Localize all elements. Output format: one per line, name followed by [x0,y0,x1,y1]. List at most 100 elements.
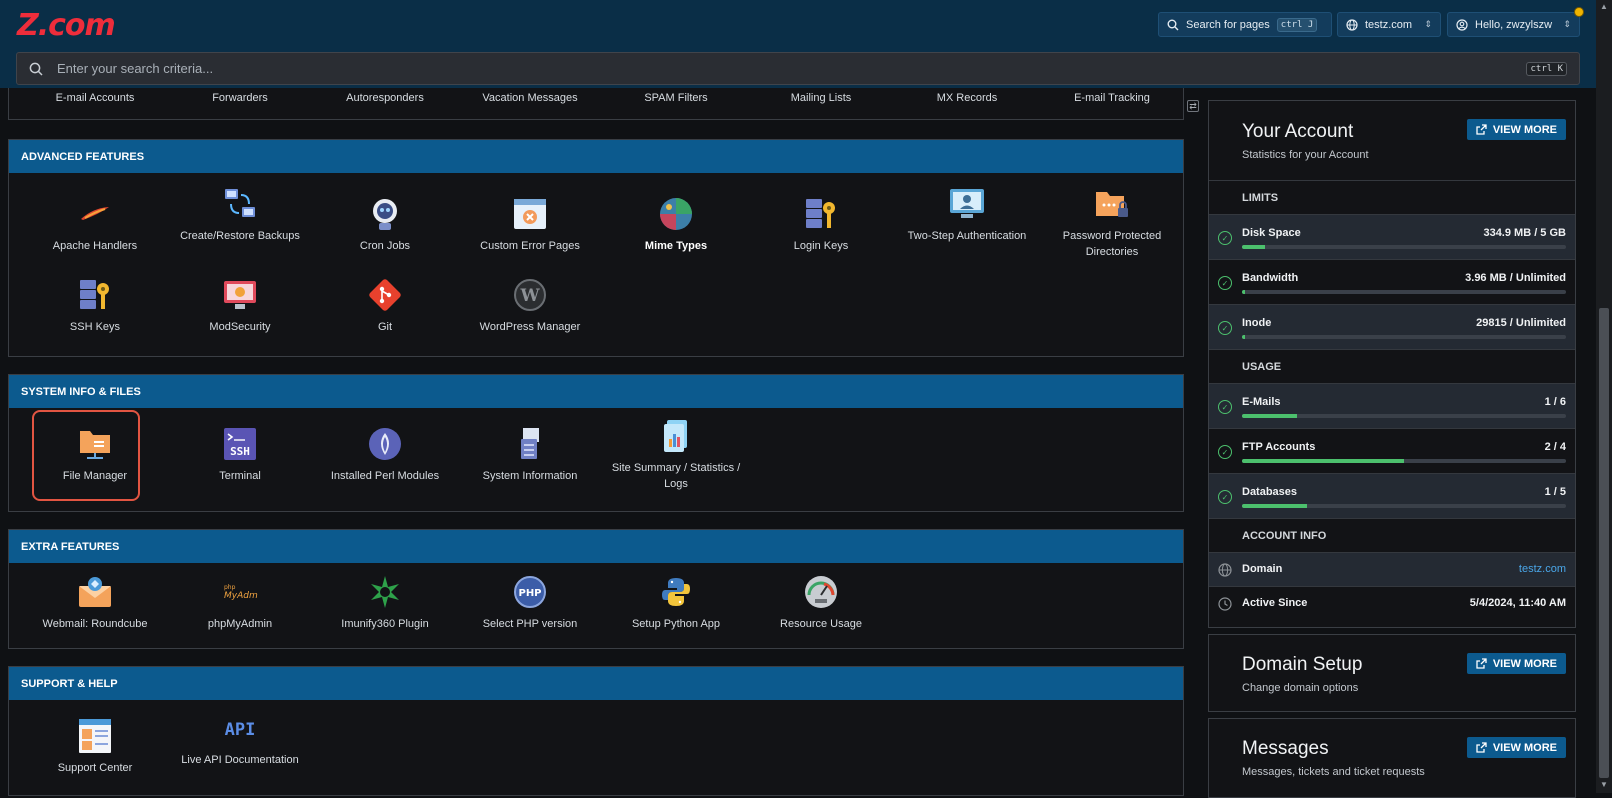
tile-email-tracking[interactable]: E-mail Tracking [1041,90,1183,106]
limit-name: Inode [1242,317,1272,329]
tile-live-api-documentation[interactable]: API Live API Documentation [169,710,311,768]
progress-bar [1242,414,1566,418]
tile-spam-filters[interactable]: SPAM Filters [605,90,747,106]
domain-select[interactable]: testz.com ⇕ [1337,12,1441,37]
active-since-label: Active Since [1242,597,1308,609]
server-key-icon [77,277,113,313]
messages-view-more-button[interactable]: VIEW MORE [1466,737,1566,758]
tile-label: Custom Error Pages [480,240,580,252]
tile-setup-python-app[interactable]: Setup Python App [605,574,747,632]
domain-setup-subtitle: Change domain options [1242,682,1359,694]
domain-setup-panel: Domain Setup Change domain options VIEW … [1208,634,1576,712]
user-menu[interactable]: Hello, zwzylszw ⇕ [1447,12,1580,37]
scroll-down-arrow-icon[interactable]: ▼ [1600,780,1608,789]
php-icon: PHP [512,574,548,610]
tile-password-protected-directories[interactable]: Password Protected Directories [1041,186,1183,260]
tile-installed-perl-modules[interactable]: Installed Perl Modules [314,426,456,484]
tile-login-keys[interactable]: Login Keys [750,196,892,254]
tile-apache-handlers[interactable]: Apache Handlers [24,196,166,254]
progress-bar [1242,504,1566,508]
tile-ssh-keys[interactable]: SSH Keys [24,277,166,335]
limit-value: 334.9 MB / 5 GB [1483,227,1566,239]
limit-row-bandwidth: ✓ Bandwidth 3.96 MB / Unlimited [1209,259,1575,304]
tile-terminal[interactable]: SSH Terminal [169,426,311,484]
tile-label: Password Protected Directories [1062,230,1162,258]
perl-onion-icon [367,426,403,462]
tile-label: Cron Jobs [359,240,411,252]
domain-link[interactable]: testz.com [1519,563,1566,575]
modsecurity-icon [222,277,258,313]
error-page-icon [512,196,548,232]
usage-header: USAGE [1209,349,1575,383]
tile-cron-jobs[interactable]: Cron Jobs [314,196,456,254]
section-title: SUPPORT & HELP [9,667,1183,700]
tile-resource-usage[interactable]: Resource Usage [750,574,892,632]
collapse-sidebar-icon[interactable]: ⇄ [1187,100,1199,112]
tile-imunify360[interactable]: Imunify360 Plugin [314,574,456,632]
account-view-more-button[interactable]: VIEW MORE [1466,119,1566,140]
search-input[interactable]: Enter your search criteria... [57,61,213,76]
logo[interactable]: Z.com [17,8,116,43]
tile-label: Vacation Messages [482,92,578,104]
support-help-section: SUPPORT & HELP Support Center API Live A… [8,666,1184,796]
svg-text:SSH: SSH [230,445,250,458]
search-pages-button[interactable]: Search for pages ctrl J [1158,12,1332,37]
usage-row-databases: ✓ Databases 1 / 5 [1209,473,1575,518]
notification-dot[interactable] [1574,7,1584,17]
tile-label: Imunify360 Plugin [341,618,429,630]
section-title: ADVANCED FEATURES [9,140,1183,173]
support-document-icon [77,718,113,754]
tile-create-restore-backups[interactable]: Create/Restore Backups [169,186,311,244]
tile-mime-types[interactable]: Mime Types [605,196,747,254]
view-more-label: VIEW MORE [1492,123,1557,136]
tile-mx-records[interactable]: MX Records [896,90,1038,106]
tile-wordpress-manager[interactable]: W WordPress Manager [459,277,601,335]
tile-vacation-messages[interactable]: Vacation Messages [459,90,601,106]
search-pages-shortcut: ctrl J [1276,17,1318,32]
tile-label: Apache Handlers [52,240,138,252]
tile-webmail-roundcube[interactable]: Webmail: Roundcube [24,574,166,632]
page-scrollbar[interactable]: ▲ ▼ [1596,0,1612,793]
server-info-icon [512,426,548,462]
progress-bar [1242,459,1566,463]
tile-label: Terminal [219,470,261,482]
progress-bar [1242,335,1566,339]
tile-label: Autoresponders [346,92,424,104]
domain-setup-view-more-button[interactable]: VIEW MORE [1466,653,1566,674]
search-bar[interactable]: Enter your search criteria... ctrl K [16,52,1580,85]
svg-text:MyAdmin: MyAdmin [224,591,258,601]
tile-select-php-version[interactable]: PHP Select PHP version [459,574,601,632]
scroll-thumb[interactable] [1599,308,1609,778]
messages-panel: Messages Messages, tickets and ticket re… [1208,718,1576,798]
tile-system-information[interactable]: System Information [459,426,601,484]
tile-label: Live API Documentation [181,754,299,766]
domain-setup-title: Domain Setup [1242,654,1363,675]
system-info-section: SYSTEM INFO & FILES File Manager SSH Ter… [8,374,1184,512]
limit-value: 29815 / Unlimited [1476,317,1566,329]
tile-support-center[interactable]: Support Center [24,718,166,776]
limit-name: Disk Space [1242,227,1301,239]
tile-git[interactable]: Git [314,277,456,335]
tile-email-accounts[interactable]: E-mail Accounts [24,90,166,106]
tile-label: Create/Restore Backups [180,230,300,242]
tile-phpmyadmin[interactable]: phpMyAdmin phpMyAdmin [169,574,311,632]
tile-modsecurity[interactable]: ModSecurity [169,277,311,335]
tile-mailing-lists[interactable]: Mailing Lists [750,90,892,106]
two-step-auth-icon [949,186,985,222]
scroll-up-arrow-icon[interactable]: ▲ [1600,2,1608,11]
tile-label: Forwarders [212,92,268,104]
check-circle-icon: ✓ [1218,321,1232,335]
tile-autoresponders[interactable]: Autoresponders [314,90,456,106]
tile-forwarders[interactable]: Forwarders [169,90,311,106]
tile-custom-error-pages[interactable]: Custom Error Pages [459,196,601,254]
tile-label: Site Summary / Statistics / Logs [611,462,741,490]
tile-two-step-authentication[interactable]: Two-Step Authentication [896,186,1038,244]
domain-row: Domain testz.com [1209,552,1575,586]
svg-text:API: API [225,720,256,740]
tile-site-summary[interactable]: Site Summary / Statistics / Logs [605,418,747,492]
tile-label: SPAM Filters [644,92,708,104]
tile-label: phpMyAdmin [207,618,273,630]
active-since-value: 5/4/2024, 11:40 AM [1469,597,1566,609]
check-circle-icon: ✓ [1218,490,1232,504]
advanced-features-section: ADVANCED FEATURES Apache Handlers Create… [8,139,1184,357]
